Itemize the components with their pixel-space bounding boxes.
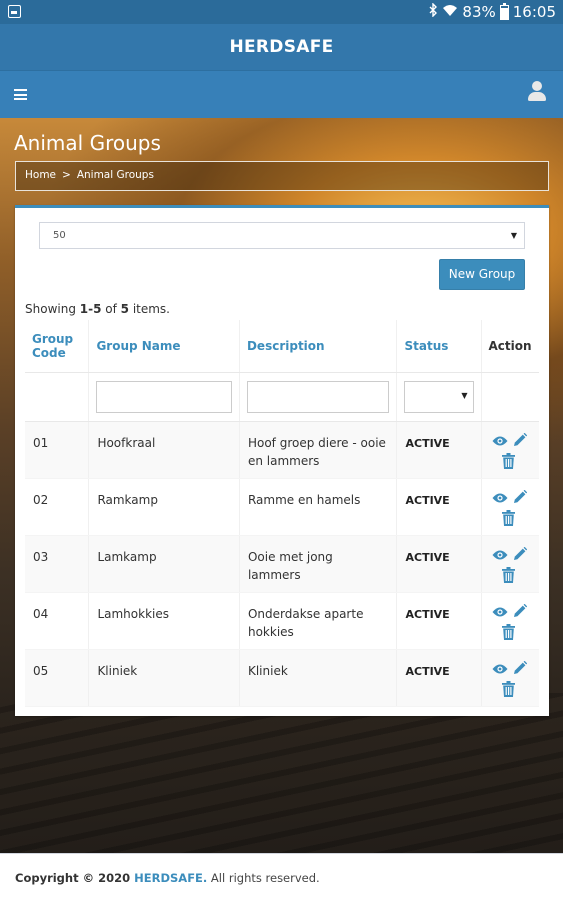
- pencil-icon[interactable]: [513, 432, 528, 452]
- cell-status: ACTIVE: [396, 649, 483, 707]
- page-size-select[interactable]: 50 ▼: [39, 222, 525, 249]
- cell-status: ACTIVE: [396, 421, 483, 479]
- pencil-icon[interactable]: [513, 489, 528, 509]
- table-row: 05 Kliniek Kliniek ACTIVE: [25, 649, 539, 707]
- app-bar: HERDSAFE: [0, 24, 563, 70]
- column-group-code[interactable]: Group Code: [25, 320, 90, 373]
- breadcrumb-separator: >: [62, 169, 71, 181]
- cell-description: Kliniek: [239, 649, 398, 707]
- wifi-icon: [442, 4, 458, 21]
- footer-brand-link[interactable]: HERDSAFE.: [134, 871, 207, 885]
- image-icon: [8, 5, 21, 18]
- footer-copyright: Copyright © 2020: [15, 871, 135, 885]
- eye-icon[interactable]: [492, 491, 508, 509]
- cell-description: Onderdakse aparte hokkies: [239, 592, 398, 650]
- cell-group-code: 05: [25, 649, 90, 707]
- user-icon[interactable]: [527, 81, 547, 103]
- cell-description: Ooie met jong lammers: [239, 535, 398, 593]
- eye-icon[interactable]: [492, 548, 508, 566]
- cell-group-code: 03: [25, 535, 90, 593]
- cell-group-name: Lamhokkies: [88, 592, 240, 650]
- trash-icon[interactable]: [502, 509, 516, 531]
- filter-status-select[interactable]: ▼: [404, 380, 475, 413]
- cell-group-name: Lamkamp: [88, 535, 240, 593]
- groups-card: 50 ▼ New Group Showing 1-5 of 5 items. G…: [15, 205, 549, 716]
- cell-group-code: 02: [25, 478, 90, 536]
- battery-percent: 83%: [462, 3, 496, 21]
- dropdown-caret-icon: ▼: [510, 231, 517, 240]
- breadcrumb-current: Animal Groups: [76, 169, 154, 181]
- cell-description: Ramme en hamels: [239, 478, 398, 536]
- cell-group-name: Ramkamp: [88, 478, 240, 536]
- cell-group-name: Kliniek: [88, 649, 240, 707]
- menu-icon[interactable]: [14, 89, 27, 100]
- groups-table: Group Code Group Name Description Status …: [25, 320, 539, 707]
- footer: Copyright © 2020 HERDSAFE. All rights re…: [0, 853, 563, 900]
- filter-group-name-input[interactable]: [96, 380, 232, 413]
- breadcrumb-home[interactable]: Home: [25, 169, 56, 181]
- eye-icon[interactable]: [492, 434, 508, 452]
- nav-bar: [0, 70, 563, 118]
- filter-code-cell: [25, 372, 90, 422]
- table-row: 02 Ramkamp Ramme en hamels ACTIVE: [25, 478, 539, 536]
- results-summary: Showing 1-5 of 5 items.: [25, 302, 170, 316]
- battery-icon: [499, 2, 509, 20]
- cell-actions: [481, 535, 539, 593]
- cell-status: ACTIVE: [396, 478, 483, 536]
- column-group-name[interactable]: Group Name: [88, 320, 240, 373]
- cell-group-code: 04: [25, 592, 90, 650]
- table-row: 01 Hoofkraal Hoof groep diere - ooie en la…: [25, 421, 539, 479]
- eye-icon[interactable]: [492, 662, 508, 680]
- column-description[interactable]: Description: [239, 320, 398, 373]
- cell-description: Hoof groep diere - ooie en lammers: [239, 421, 398, 479]
- breadcrumb: Home > Animal Groups: [15, 161, 549, 191]
- status-bar: 83% 16:05: [0, 0, 563, 24]
- app-title: HERDSAFE: [229, 37, 334, 57]
- filter-action-cell: [481, 372, 539, 422]
- page-size-value: 50: [53, 230, 66, 241]
- new-group-button[interactable]: New Group: [439, 259, 525, 290]
- cell-actions: [481, 478, 539, 536]
- page-title: Animal Groups: [14, 131, 161, 155]
- trash-icon[interactable]: [502, 566, 516, 588]
- cell-group-code: 01: [25, 421, 90, 479]
- clock: 16:05: [512, 3, 556, 21]
- filter-description-input[interactable]: [246, 380, 390, 413]
- trash-icon[interactable]: [502, 680, 516, 702]
- cell-actions: [481, 421, 539, 479]
- cell-status: ACTIVE: [396, 592, 483, 650]
- pencil-icon[interactable]: [513, 546, 528, 566]
- bluetooth-icon: [429, 2, 438, 21]
- eye-icon[interactable]: [492, 605, 508, 623]
- footer-rights: All rights reserved.: [207, 871, 320, 885]
- cell-group-name: Hoofkraal: [88, 421, 240, 479]
- dropdown-caret-icon: ▼: [461, 390, 468, 400]
- cell-actions: [481, 592, 539, 650]
- column-action: Action: [481, 320, 539, 373]
- pencil-icon[interactable]: [513, 660, 528, 680]
- column-status[interactable]: Status: [396, 320, 483, 373]
- cell-actions: [481, 649, 539, 707]
- trash-icon[interactable]: [502, 623, 516, 645]
- trash-icon[interactable]: [502, 452, 516, 474]
- table-row: 04 Lamhokkies Onderdakse aparte hokkies ACT…: [25, 592, 539, 650]
- pencil-icon[interactable]: [513, 603, 528, 623]
- table-row: 03 Lamkamp Ooie met jong lammers ACTIVE: [25, 535, 539, 593]
- cell-status: ACTIVE: [396, 535, 483, 593]
